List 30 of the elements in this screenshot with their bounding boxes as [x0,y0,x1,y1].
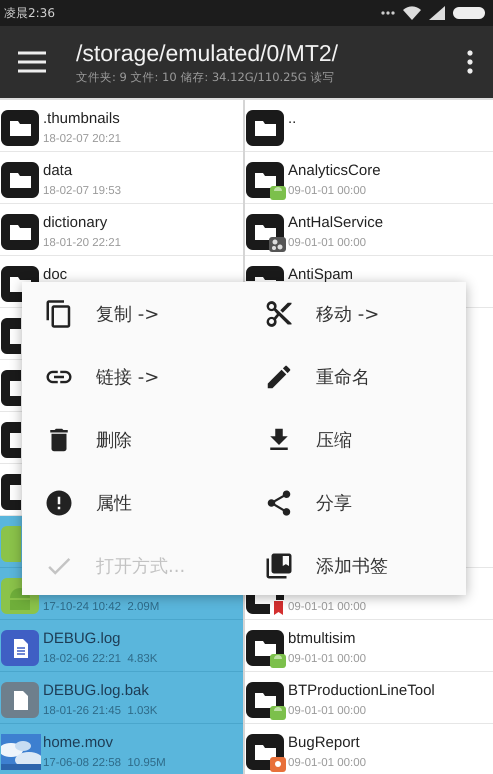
file-meta: 18-01-20 22:21 [43,237,122,249]
file-name: BugReport [288,733,361,753]
file-meta: 09-01-01 00:00 [288,601,366,613]
file-name: AnalyticsCore [288,161,381,181]
file-name: .. [288,109,296,129]
file-meta: 18-01-26 21:45 1.03K [43,705,158,717]
file-name: data [43,161,74,181]
file-name: AntiSpam [288,265,354,285]
file-meta: 09-01-01 00:00 [288,185,368,197]
file-meta: 17-06-08 22:58 10.95M [43,757,166,769]
file-meta: 18-02-07 20:21 [43,133,122,145]
file-name: DEBUG.log [43,629,122,649]
file-name: BTProductionLineTool [288,681,435,701]
storage-info: 文件夹: 9 文件: 10 储存: 34.12G/110.25G 读写 [76,70,336,84]
file-meta: 18-02-07 19:53 [43,185,122,197]
path-title: /storage/emulated/0/MT2/ [76,40,340,66]
file-name: AntHalService [288,213,384,233]
file-meta: 09-01-01 00:00 [288,757,366,769]
file-name: doc [43,265,68,285]
file-name: dictionary [43,213,108,233]
file-meta: 09-01-01 00:00 [288,705,368,717]
file-name: btmultisim [288,629,357,649]
file-name: home.mov [43,733,114,753]
file-name: DEBUG.log.bak [43,681,150,701]
file-meta: 17-10-24 10:42 2.09M [43,601,160,613]
status-time: 凌晨2:36 [4,4,55,22]
file-meta: 09-01-01 00:00 [288,653,366,665]
file-meta: 09-01-01 00:00 [288,237,368,249]
file-name: .thumbnails [43,109,121,129]
file-meta: 18-02-06 22:21 4.83K [43,653,158,665]
